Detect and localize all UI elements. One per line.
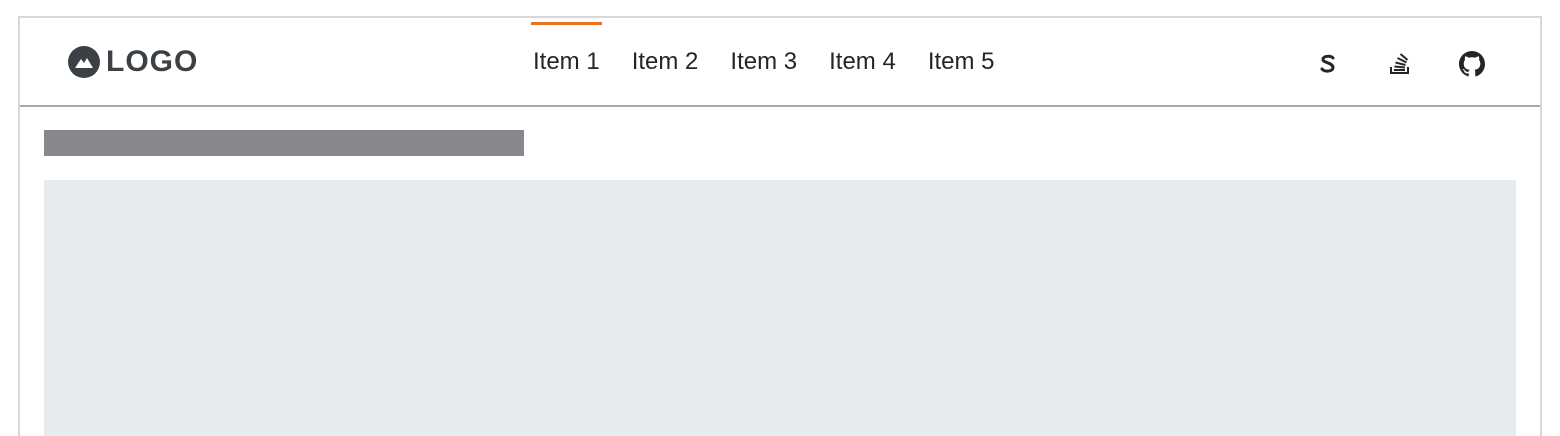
title-placeholder — [44, 130, 524, 156]
github-icon[interactable] — [1456, 48, 1488, 80]
content-placeholder — [44, 180, 1516, 436]
header-actions — [1312, 48, 1488, 80]
nav-item-1[interactable]: Item 1 — [531, 18, 616, 105]
stack-overflow-icon[interactable] — [1384, 48, 1416, 80]
mountain-icon — [68, 46, 100, 78]
nav-item-3[interactable]: Item 3 — [714, 18, 813, 105]
main-nav: Item 1 Item 2 Item 3 Item 4 Item 5 — [531, 18, 1011, 105]
nav-item-5[interactable]: Item 5 — [912, 18, 1011, 105]
app-frame: LOGO Item 1 Item 2 Item 3 Item 4 Item 5 — [18, 16, 1542, 436]
top-navigation-bar: LOGO Item 1 Item 2 Item 3 Item 4 Item 5 — [20, 18, 1540, 107]
nav-item-4[interactable]: Item 4 — [813, 18, 912, 105]
logo[interactable]: LOGO — [68, 45, 198, 79]
nav-item-2[interactable]: Item 2 — [616, 18, 715, 105]
s-icon[interactable] — [1312, 48, 1344, 80]
logo-text: LOGO — [106, 45, 199, 78]
